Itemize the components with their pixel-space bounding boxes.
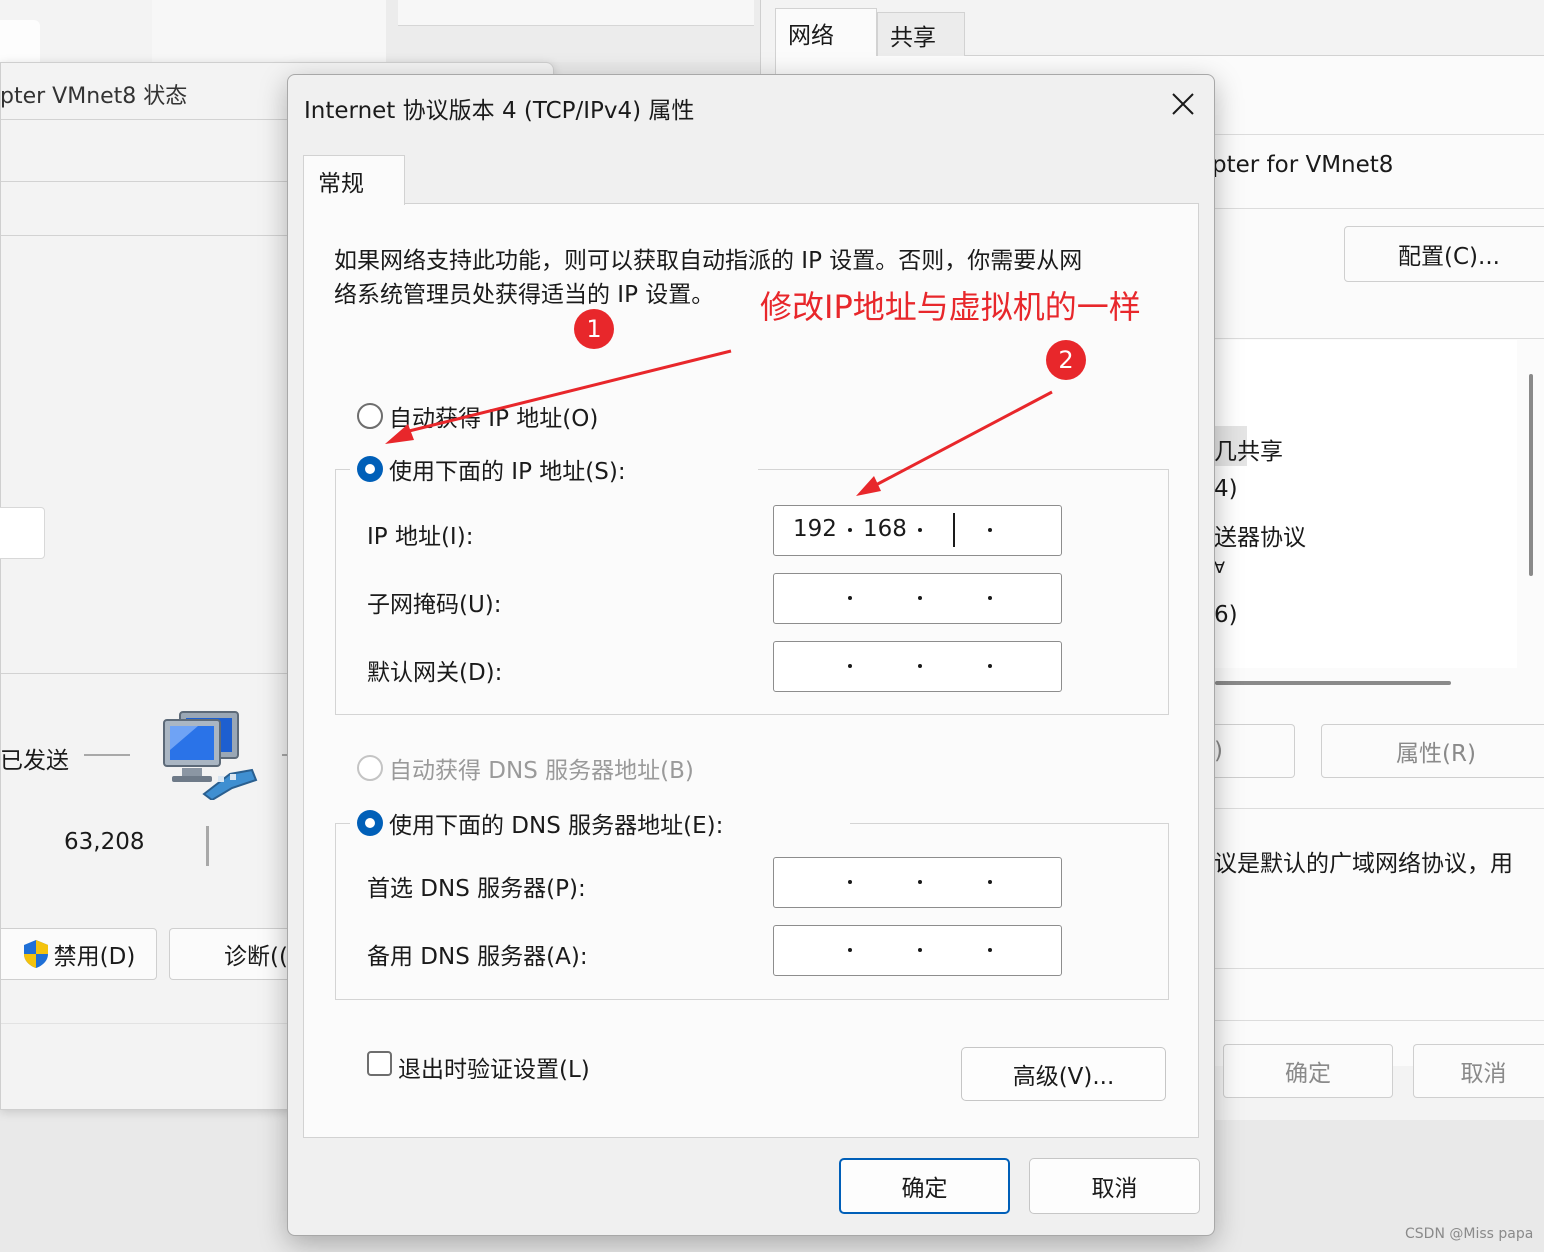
annotation-badge-1: 1 bbox=[574, 309, 614, 349]
annotation-badge-2: 2 bbox=[1046, 340, 1086, 380]
watermark: CSDN @Miss papa bbox=[1405, 1226, 1534, 1242]
tab-general-label: 常规 bbox=[318, 171, 364, 197]
annotation-arrows bbox=[385, 349, 1053, 496]
tab-general[interactable]: 常规 bbox=[303, 155, 405, 205]
annotation-text: 修改IP地址与虚拟机的一样 bbox=[760, 288, 1141, 326]
